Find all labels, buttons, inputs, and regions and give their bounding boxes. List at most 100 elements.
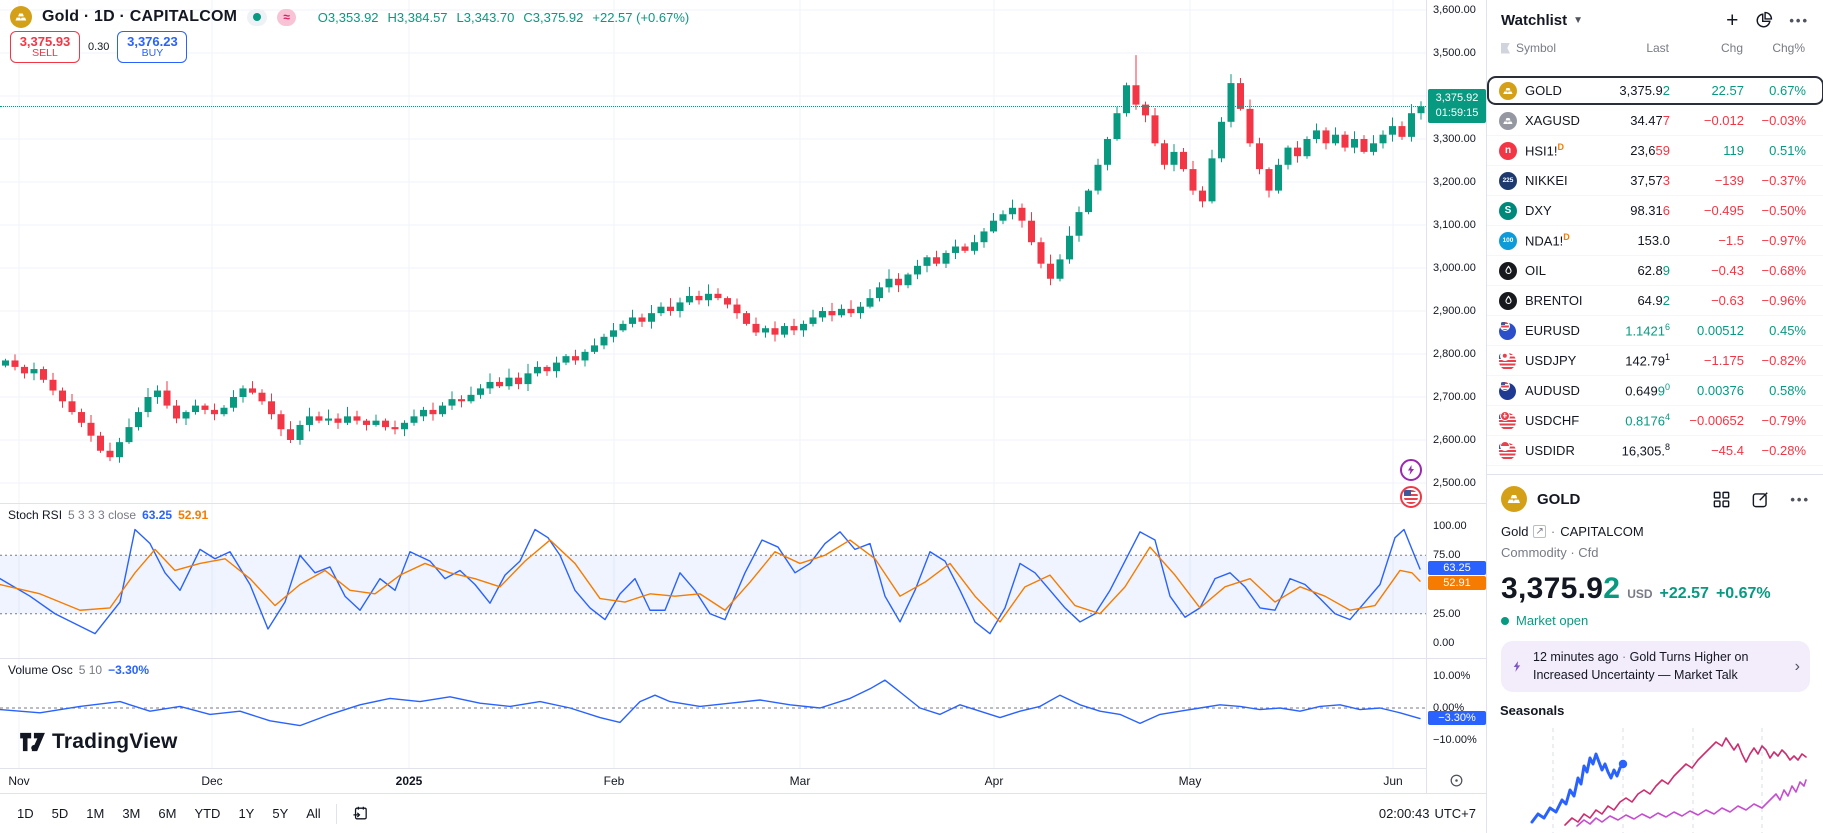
watchlist-title: Watchlist bbox=[1501, 12, 1567, 29]
oil-drop-icon bbox=[1499, 262, 1517, 280]
go-to-date-button[interactable] bbox=[345, 801, 376, 826]
price-scale[interactable]: 3,375.92 01:59:15 63.25 52.91 −3.30% 3,6… bbox=[1426, 0, 1486, 768]
watchlist-row-usdjpy[interactable]: USDJPY142.791−1.175−0.82% bbox=[1487, 346, 1823, 376]
oil-drop-icon bbox=[1499, 292, 1517, 310]
range-button-all[interactable]: All bbox=[299, 802, 327, 825]
symbol-name: GOLD bbox=[1525, 83, 1584, 98]
sell-button[interactable]: 3,375.93 SELL bbox=[10, 31, 80, 63]
market-status: Market open bbox=[1487, 606, 1823, 628]
watchlist-title-menu[interactable]: Watchlist ▼ bbox=[1501, 12, 1583, 29]
external-link-icon[interactable]: ↗ bbox=[1533, 525, 1545, 538]
column-chgp[interactable]: Chg% bbox=[1743, 41, 1805, 55]
range-button-1m[interactable]: 1M bbox=[79, 802, 111, 825]
watchlist-row-dxy[interactable]: SDXY98.316−0.495−0.50% bbox=[1487, 196, 1823, 226]
buy-button[interactable]: 3,376.23 BUY bbox=[117, 31, 187, 63]
range-button-1y[interactable]: 1Y bbox=[231, 802, 261, 825]
symbol-name: HSI1!D bbox=[1525, 142, 1584, 158]
change-percent: 0.45% bbox=[1744, 323, 1806, 338]
watchlist-row-usdchf[interactable]: USDCHF0.81764−0.00652−0.79% bbox=[1487, 406, 1823, 436]
volume-osc-legend[interactable]: Volume Osc 5 10 −3.30% bbox=[8, 663, 149, 677]
column-chg[interactable]: Chg bbox=[1669, 41, 1743, 55]
axis-settings-corner[interactable] bbox=[1426, 768, 1486, 793]
list-tools-icon[interactable] bbox=[1754, 11, 1773, 30]
symbol-title[interactable]: Gold · 1D · CAPITALCOM bbox=[42, 8, 237, 26]
watchlist-more-button[interactable]: ••• bbox=[1789, 13, 1809, 28]
watchlist-row-nda1[interactable]: 100NDA1!D153.0−1.5−0.97% bbox=[1487, 226, 1823, 256]
nikkei-icon: 225 bbox=[1499, 172, 1517, 190]
flash-news-icon[interactable] bbox=[1400, 459, 1422, 481]
watchlist-row-usdidr[interactable]: USDIDR16,305.8−45.4−0.28% bbox=[1487, 436, 1823, 466]
range-button-3m[interactable]: 3M bbox=[115, 802, 147, 825]
sell-label: SELL bbox=[32, 48, 58, 59]
detail-currency: USD bbox=[1627, 587, 1652, 601]
news-banner[interactable]: 12 minutes ago · Gold Turns Higher on In… bbox=[1501, 641, 1810, 692]
volume-osc-pane[interactable] bbox=[0, 658, 1426, 768]
last-price: 16,305.8 bbox=[1584, 442, 1670, 458]
stoch-rsi-pane[interactable] bbox=[0, 503, 1426, 658]
session-clock[interactable]: 02:00:43 UTC+7 bbox=[1379, 806, 1486, 821]
watchlist-row-hsi1[interactable]: nHSI1!D23,6591190.51% bbox=[1487, 136, 1823, 166]
watchlist-row-audusd[interactable]: AUDUSD0.649900.003760.58% bbox=[1487, 376, 1823, 406]
watchlist-row-nikkei[interactable]: 225NIKKEI37,573−139−0.37% bbox=[1487, 166, 1823, 196]
buy-label: BUY bbox=[142, 48, 164, 59]
range-button-1d[interactable]: 1D bbox=[10, 802, 41, 825]
price-tick: 3,500.00 bbox=[1433, 47, 1476, 59]
last-price: 142.791 bbox=[1584, 352, 1670, 368]
detail-gold-icon bbox=[1501, 486, 1527, 512]
change-value: −139 bbox=[1670, 173, 1744, 188]
clock-timezone: UTC+7 bbox=[1434, 806, 1476, 821]
symbol-name: NDA1!D bbox=[1525, 232, 1584, 248]
symbol-name: USDIDR bbox=[1525, 443, 1584, 458]
pane-divider[interactable] bbox=[0, 658, 1486, 659]
range-button-5d[interactable]: 5D bbox=[45, 802, 76, 825]
watchlist-row-brentoi[interactable]: BRENTOI64.92−0.63−0.96% bbox=[1487, 286, 1823, 316]
detail-name[interactable]: Gold bbox=[1501, 524, 1528, 539]
column-symbol[interactable]: Symbol bbox=[1516, 41, 1583, 55]
fair-value-icon[interactable]: ≈ bbox=[277, 9, 296, 26]
detail-more-button[interactable]: ••• bbox=[1790, 492, 1810, 507]
market-status-icon[interactable] bbox=[247, 9, 267, 26]
detail-type: Commodity · Cfd bbox=[1487, 539, 1823, 560]
change-value: 119 bbox=[1670, 143, 1744, 158]
watchlist-row-eurusd[interactable]: EURUSD1.142160.005120.45% bbox=[1487, 316, 1823, 346]
range-button-5y[interactable]: 5Y bbox=[265, 802, 295, 825]
tradingview-watermark-text: TradingView bbox=[52, 730, 178, 754]
change-value: 22.57 bbox=[1670, 83, 1744, 98]
dxy-icon: S bbox=[1499, 202, 1517, 220]
price-tick: 3,100.00 bbox=[1433, 219, 1476, 231]
bottom-toolbar: 1D5D1M3M6MYTD1Y5YAll 02:00:43 UTC+7 bbox=[0, 793, 1486, 833]
stoch-tick: 25.00 bbox=[1433, 608, 1461, 620]
price-tick: 2,700.00 bbox=[1433, 391, 1476, 403]
time-axis[interactable]: NovDec2025FebMarAprMayJun bbox=[0, 768, 1426, 793]
lightning-icon bbox=[1511, 659, 1524, 674]
usdchf-flag-icon bbox=[1499, 412, 1517, 430]
grid-layout-icon[interactable] bbox=[1712, 490, 1731, 509]
main-candlestick-pane[interactable] bbox=[0, 0, 1426, 503]
close-value: 3,375.92 bbox=[533, 10, 584, 25]
stoch-tick: 100.00 bbox=[1433, 520, 1467, 532]
stoch-rsi-legend[interactable]: Stoch RSI 5 3 3 3 close 63.25 52.91 bbox=[8, 508, 208, 522]
edit-note-icon[interactable] bbox=[1751, 490, 1770, 509]
range-button-6m[interactable]: 6M bbox=[151, 802, 183, 825]
watchlist-row-gold[interactable]: GOLD3,375.9222.570.67% bbox=[1487, 76, 1823, 106]
column-last[interactable]: Last bbox=[1583, 41, 1669, 55]
market-open-dot bbox=[1501, 617, 1509, 625]
flag-column-icon[interactable] bbox=[1501, 43, 1510, 54]
nda-icon: 100 bbox=[1499, 232, 1517, 250]
time-axis-label: Apr bbox=[985, 774, 1004, 788]
silver-icon bbox=[1499, 112, 1517, 130]
detail-symbol: GOLD bbox=[1537, 491, 1580, 508]
gold-symbol-icon bbox=[10, 6, 32, 28]
chart-canvas[interactable]: Gold · 1D · CAPITALCOM ≈ O3,353.92 H3,38… bbox=[0, 0, 1426, 768]
watchlist-row-oil[interactable]: OIL62.89−0.43−0.68% bbox=[1487, 256, 1823, 286]
last-price: 0.81764 bbox=[1584, 412, 1670, 428]
axis-settings-icon[interactable] bbox=[1449, 773, 1464, 788]
add-symbol-button[interactable]: + bbox=[1726, 10, 1738, 31]
last-price: 37,573 bbox=[1584, 173, 1670, 188]
range-button-ytd[interactable]: YTD bbox=[187, 802, 227, 825]
seasonals-chart[interactable] bbox=[1486, 720, 1823, 833]
pane-divider[interactable] bbox=[0, 503, 1486, 504]
us-economic-event-icon[interactable] bbox=[1400, 486, 1422, 508]
change-value: −0.012 bbox=[1670, 113, 1744, 128]
watchlist-row-xagusd[interactable]: XAGUSD34.477−0.012−0.03% bbox=[1487, 106, 1823, 136]
